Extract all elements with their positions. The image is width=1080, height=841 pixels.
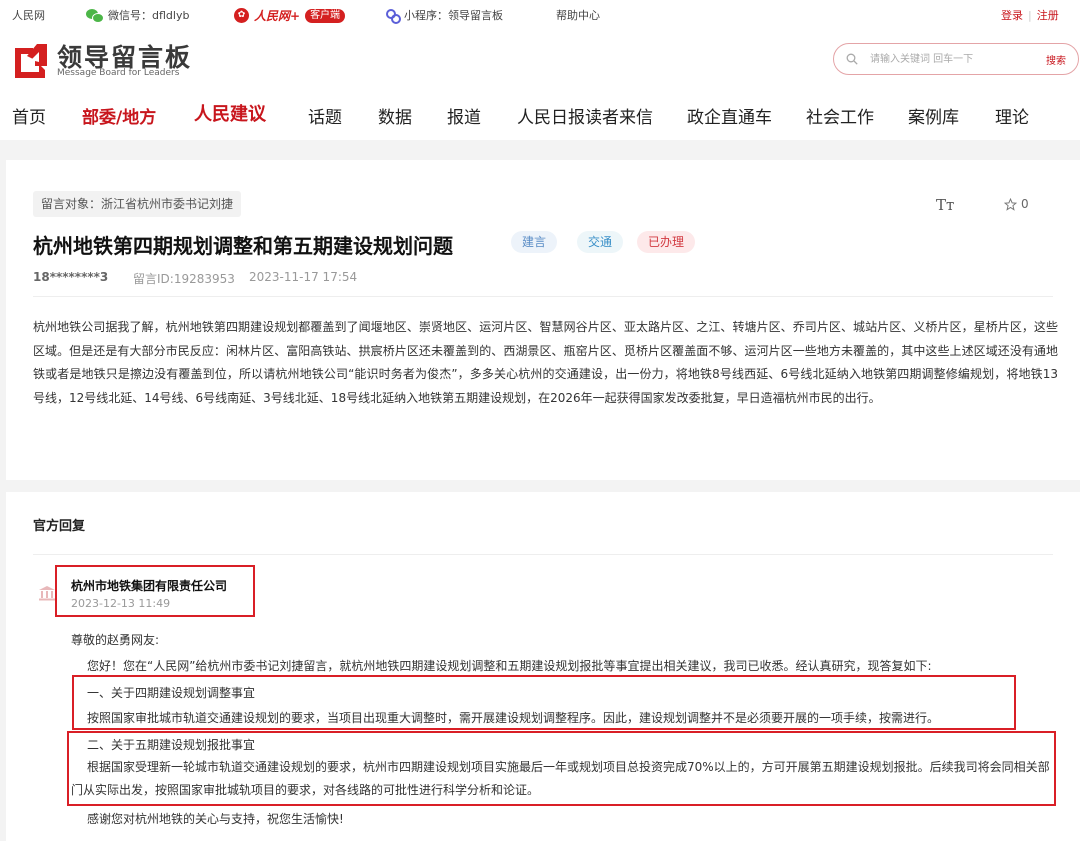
rmw-app-link[interactable]: ✿ 人民网+ 客户端 <box>234 7 346 24</box>
tag-transport[interactable]: 交通 <box>577 231 624 253</box>
message-target[interactable]: 留言对象：浙江省杭州市委书记刘捷 <box>33 191 242 217</box>
tag-suggestion[interactable]: 建言 <box>511 231 558 253</box>
search-box: 搜索 <box>833 43 1079 75</box>
rmw-app-name: 人民网+ <box>254 9 301 23</box>
reply-divider <box>33 554 1053 555</box>
nav-reader-letters[interactable]: 人民日报读者来信 <box>517 103 653 128</box>
logo-subtitle: Message Board for Leaders <box>57 68 180 78</box>
search-icon <box>846 53 858 65</box>
top-bar: 人民网 微信号：dfldlyb ✿ 人民网+ 客户端 小程序：领导留言板 帮助中… <box>0 0 1080 28</box>
message-divider <box>33 296 1053 297</box>
main-nav: 首页 部委/地方 人民建议 话题 数据 报道 人民日报读者来信 政企直通车 社会… <box>0 90 1080 140</box>
wechat-item[interactable]: 微信号：dfldlyb <box>86 7 189 23</box>
reply-heading: 官方回复 <box>33 519 86 534</box>
rmw-app-icon: ✿ <box>234 8 249 23</box>
reply-greeting: 尊敬的赵勇网友: <box>71 633 160 647</box>
nav-topics[interactable]: 话题 <box>308 103 342 128</box>
message-id: 留言ID:19283953 <box>133 272 235 286</box>
login-area: 登录 | 注册 <box>1001 7 1059 23</box>
nav-ministries-local[interactable]: 部委/地方 <box>82 103 156 128</box>
highlight-box-org <box>55 565 255 617</box>
login-separator: | <box>1028 8 1032 22</box>
nav-gov-business[interactable]: 政企直通车 <box>687 103 772 128</box>
logo-icon[interactable] <box>13 42 49 78</box>
search-button[interactable]: 搜索 <box>1046 52 1066 67</box>
star-icon <box>1004 197 1017 211</box>
help-label: 帮助中心 <box>556 9 600 22</box>
nav-reports[interactable]: 报道 <box>447 103 481 128</box>
reply-intro: 您好！您在“人民网”给杭州市委书记刘捷留言，就杭州地铁四期建设规划调整和五期建设… <box>87 659 932 673</box>
rmw-link-label: 人民网 <box>12 9 45 22</box>
highlight-box-section2 <box>67 731 1056 806</box>
nav-data[interactable]: 数据 <box>378 103 412 128</box>
help-link[interactable]: 帮助中心 <box>556 7 600 23</box>
highlight-box-section1 <box>72 675 1016 730</box>
nav-case-library[interactable]: 案例库 <box>908 103 959 128</box>
nav-home[interactable]: 首页 <box>12 103 46 128</box>
rmw-app-badge: 客户端 <box>305 8 346 23</box>
wechat-label: 微信号：dfldlyb <box>108 9 190 22</box>
message-body: 杭州地铁公司据我了解，杭州地铁第四期建设规划都覆盖到了闻堰地区、崇贤地区、运河片… <box>33 320 1058 405</box>
font-size-icon[interactable]: Tт <box>936 196 954 214</box>
message-time: 2023-11-17 17:54 <box>249 270 358 284</box>
miniprogram-item[interactable]: 小程序：领导留言板 <box>385 7 503 24</box>
miniprogram-label: 小程序：领导留言板 <box>404 9 503 22</box>
tag-handled: 已办理 <box>637 231 696 253</box>
search-input[interactable] <box>870 50 1020 68</box>
miniprogram-icon <box>385 8 401 24</box>
nav-people-suggestions[interactable]: 人民建议 <box>194 100 266 126</box>
reply-closing: 感谢您对杭州地铁的关心与支持，祝您生活愉快! <box>87 812 344 826</box>
register-link[interactable]: 注册 <box>1037 7 1059 23</box>
favorite-button[interactable]: 0 <box>1004 197 1029 211</box>
favorite-count: 0 <box>1021 197 1029 211</box>
nav-social-work[interactable]: 社会工作 <box>806 103 874 128</box>
login-link[interactable]: 登录 <box>1001 7 1023 23</box>
rmw-link[interactable]: 人民网 <box>12 7 45 23</box>
site-header: 领导留言板 Message Board for Leaders 搜索 <box>0 28 1080 90</box>
government-building-icon <box>39 586 55 601</box>
message-title: 杭州地铁第四期规划调整和第五期建设规划问题 <box>33 234 453 258</box>
nav-theory[interactable]: 理论 <box>995 103 1029 128</box>
wechat-icon <box>86 8 104 23</box>
message-user: 18********3 <box>33 270 109 284</box>
